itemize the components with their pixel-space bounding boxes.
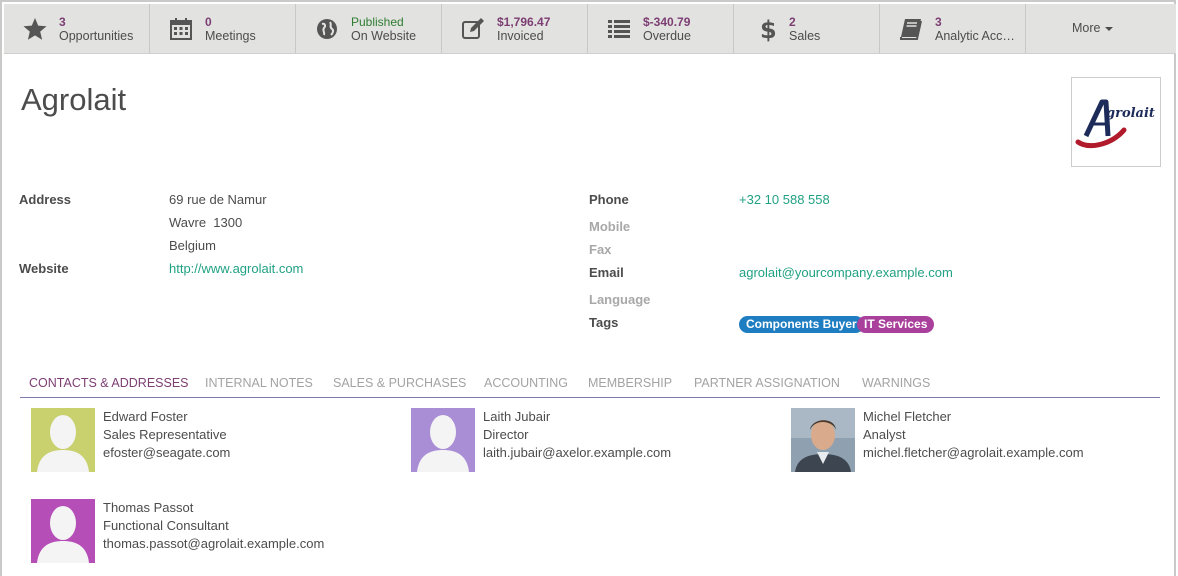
tab-internal-notes[interactable]: INTERNAL NOTES (205, 376, 313, 390)
caret-down-icon (1105, 26, 1114, 31)
dollar-icon: $ (760, 16, 777, 42)
opportunities-label: Opportunities (59, 29, 134, 43)
globe-icon (317, 19, 337, 39)
partner-name: Agrolait (21, 82, 127, 117)
contact-card[interactable]: Edward Foster Sales Representative efost… (31, 408, 391, 478)
published-status: Published (351, 15, 404, 29)
meetings-label: Meetings (205, 29, 256, 43)
contact-email: thomas.passot@agrolait.example.com (103, 536, 325, 551)
address-label: Address (19, 192, 72, 207)
website-label: Website (19, 261, 69, 276)
street-value[interactable]: 69 rue de Namur (169, 192, 267, 207)
country-value[interactable]: Belgium (169, 238, 216, 253)
contact-card[interactable]: Michel Fletcher Analyst michel.fletcher@… (791, 408, 1151, 478)
opportunities-button[interactable]: 3 Opportunities (4, 4, 150, 53)
agrolait-logo-image: grolait (1075, 99, 1155, 148)
form-view: 3 Opportunities 0 Meetings Published On … (0, 0, 1176, 576)
invoiced-label: Invoiced (497, 29, 544, 43)
meetings-button[interactable]: 0 Meetings (150, 4, 296, 53)
analytic-accounts-count: 3 (935, 15, 942, 29)
website-link[interactable]: http://www.agrolait.com (169, 261, 303, 276)
email-label: Email (589, 265, 624, 280)
logo-text: grolait (1106, 106, 1155, 121)
analytic-accounts-button[interactable]: 3 Analytic Acc… (880, 4, 1026, 53)
invoiced-amount: $1,796.47 (497, 15, 551, 29)
tab-contacts-addresses[interactable]: CONTACTS & ADDRESSES (29, 376, 189, 390)
sales-label: Sales (789, 29, 821, 43)
fax-label: Fax (589, 242, 612, 257)
contact-name: Laith Jubair (483, 409, 551, 424)
svg-text:$: $ (760, 16, 777, 42)
avatar (411, 408, 475, 472)
phone-label: Phone (589, 192, 629, 207)
contact-name: Edward Foster (103, 409, 188, 424)
tab-warnings[interactable]: WARNINGS (862, 376, 930, 390)
more-label: More (1072, 21, 1101, 35)
contact-email: michel.fletcher@agrolait.example.com (863, 445, 1084, 460)
tab-membership[interactable]: MEMBERSHIP (588, 376, 672, 390)
star-icon (23, 18, 47, 40)
sales-button[interactable]: $ 2 Sales (734, 4, 880, 53)
contact-name: Thomas Passot (103, 500, 194, 515)
person-photo-image (791, 408, 855, 472)
contact-title: Analyst (863, 427, 906, 442)
tag-components-buyer[interactable]: Components Buyer (739, 316, 864, 333)
person-placeholder-icon (37, 506, 89, 563)
calendar-icon (170, 18, 192, 40)
person-placeholder-icon (417, 415, 469, 472)
contact-email: efoster@seagate.com (103, 445, 231, 460)
pencil-square-icon (462, 18, 484, 39)
contact-email: laith.jubair@axelor.example.com (483, 445, 672, 460)
mobile-label: Mobile (589, 219, 631, 234)
phone-link[interactable]: +32 10 588 558 (739, 192, 830, 207)
analytic-accounts-label: Analytic Acc… (935, 29, 1015, 43)
smart-button-bar: 3 Opportunities 0 Meetings Published On … (4, 4, 1176, 54)
sales-count: 2 (789, 15, 796, 29)
tab-accounting[interactable]: ACCOUNTING (484, 376, 568, 390)
avatar (31, 408, 95, 472)
avatar-photo (791, 408, 855, 472)
overdue-amount: $-340.79 (643, 15, 691, 29)
overdue-button[interactable]: $-340.79 Overdue (588, 4, 734, 53)
email-link[interactable]: agrolait@yourcompany.example.com (739, 265, 953, 280)
contact-name: Michel Fletcher (863, 409, 952, 424)
tab-partner-assignation[interactable]: PARTNER ASSIGNATION (694, 376, 840, 390)
tab-sales-purchases[interactable]: SALES & PURCHASES (333, 376, 466, 390)
contact-title: Sales Representative (103, 427, 227, 442)
partner-logo[interactable]: grolait (1071, 77, 1161, 167)
book-icon (900, 19, 922, 40)
opportunities-count: 3 (59, 15, 66, 29)
contact-card[interactable]: Laith Jubair Director laith.jubair@axelo… (411, 408, 771, 478)
avatar (31, 499, 95, 563)
list-icon (608, 20, 630, 38)
website-publish-button[interactable]: Published On Website (296, 4, 442, 53)
more-dropdown[interactable]: More (1026, 4, 1172, 53)
person-placeholder-icon (37, 415, 89, 472)
language-label: Language (589, 292, 651, 307)
meetings-count: 0 (205, 15, 212, 29)
contact-title: Director (483, 427, 529, 442)
tag-it-services[interactable]: IT Services (857, 316, 935, 333)
overdue-label: Overdue (643, 29, 691, 43)
contact-card[interactable]: Thomas Passot Functional Consultant thom… (31, 499, 391, 569)
tags-label: Tags (589, 315, 619, 330)
city-zip-value[interactable]: Wavre 1300 (169, 215, 242, 230)
on-website-label: On Website (351, 29, 417, 43)
notebook-tabs: CONTACTS & ADDRESSES INTERNAL NOTES SALE… (20, 372, 1160, 398)
contact-title: Functional Consultant (103, 518, 229, 533)
invoiced-button[interactable]: $1,796.47 Invoiced (442, 4, 588, 53)
